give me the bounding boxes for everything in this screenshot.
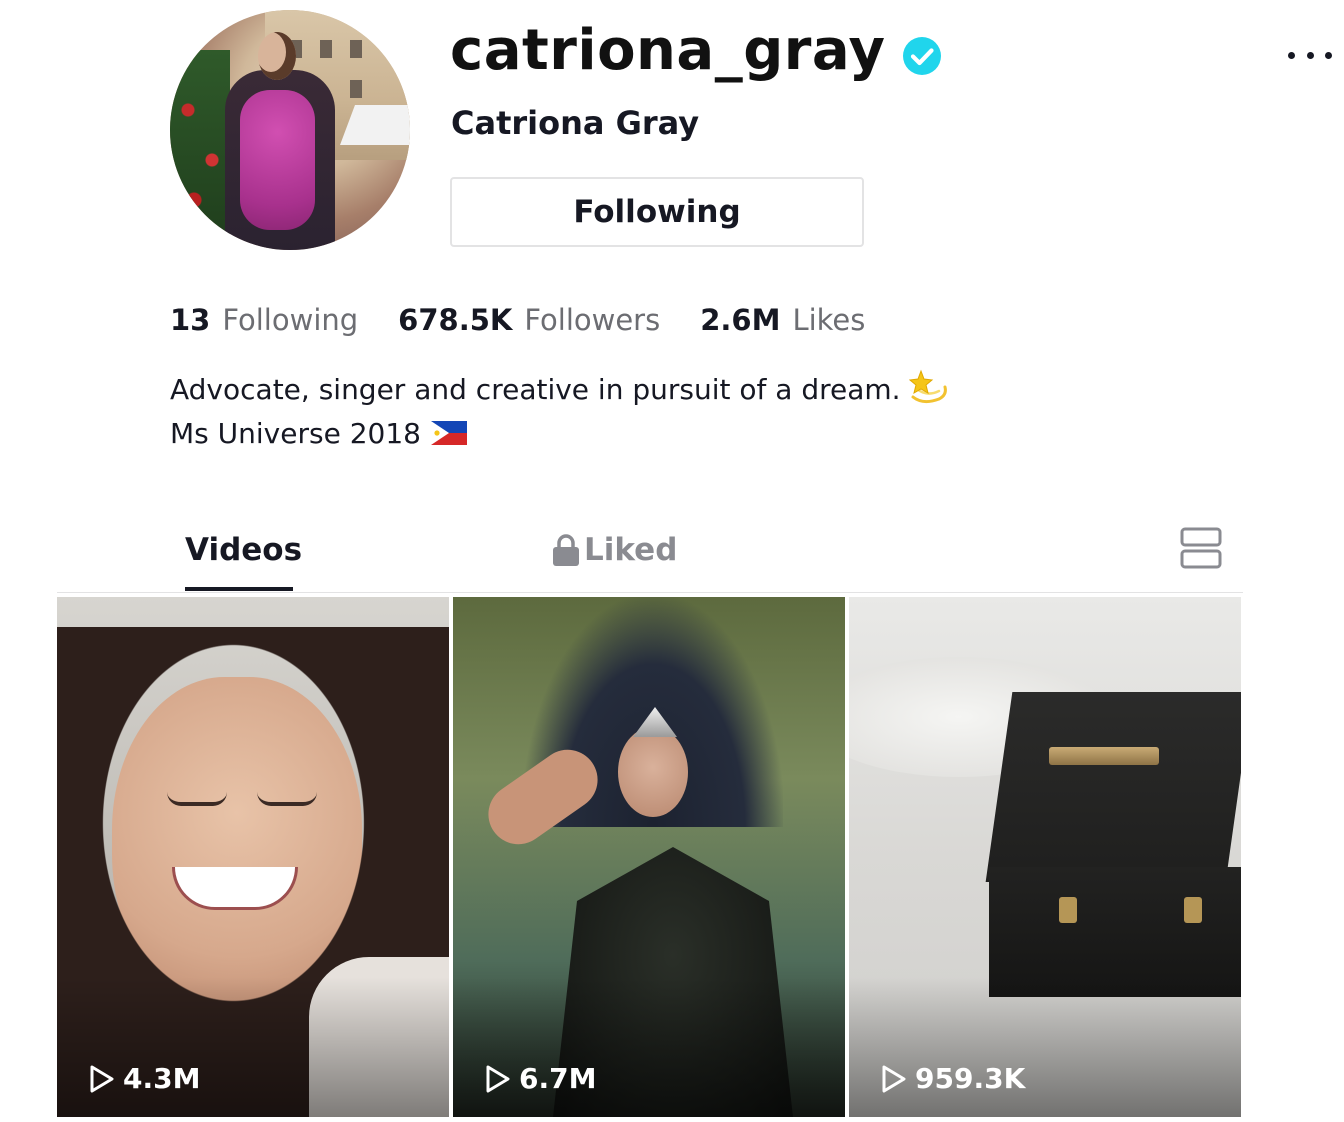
- following-button[interactable]: Following: [450, 177, 864, 247]
- bio-text-2: Ms Universe 2018: [170, 417, 421, 450]
- video-2-view-count: 6.7M: [519, 1062, 597, 1095]
- layout-toggle-icon[interactable]: [1180, 527, 1222, 569]
- verified-badge-icon: [903, 37, 941, 75]
- avatar-window: [320, 40, 332, 58]
- profile-avatar[interactable]: [170, 10, 410, 250]
- video-3-box-handle: [1049, 747, 1159, 765]
- tab-liked[interactable]: Liked: [552, 532, 677, 568]
- more-options-button[interactable]: [1288, 42, 1332, 68]
- followers-label: Followers: [524, 303, 661, 337]
- video-thumbnail-2[interactable]: 6.7M: [453, 597, 845, 1117]
- avatar-window: [350, 40, 362, 58]
- profile-page: catriona_gray Catriona Gray Following 13…: [0, 0, 1344, 1122]
- stat-following[interactable]: 13 Following: [170, 303, 358, 337]
- stat-followers[interactable]: 678.5K Followers: [398, 303, 660, 337]
- video-2-shade: [453, 977, 845, 1117]
- avatar-person-head: [258, 32, 296, 80]
- active-tab-indicator: [185, 587, 293, 591]
- bio-line-1: Advocate, singer and creative in pursuit…: [170, 367, 949, 412]
- video-3-box-latch: [1184, 897, 1202, 923]
- bio-line-2: Ms Universe 2018: [170, 412, 949, 456]
- more-horizontal-icon: [1288, 51, 1295, 59]
- video-2-views: 6.7M: [485, 1062, 596, 1095]
- video-3-box-latch: [1059, 897, 1077, 923]
- video-3-box-lid: [985, 692, 1241, 882]
- bio-text-1: Advocate, singer and creative in pursuit…: [170, 373, 901, 406]
- play-icon: [882, 1065, 906, 1092]
- avatar-window: [350, 80, 362, 98]
- likes-count: 2.6M: [700, 303, 781, 337]
- stat-likes: 2.6M Likes: [700, 303, 865, 337]
- video-1-view-count: 4.3M: [123, 1062, 201, 1095]
- tab-videos[interactable]: Videos: [185, 532, 302, 568]
- likes-label: Likes: [792, 303, 866, 337]
- followers-count: 678.5K: [398, 303, 513, 337]
- following-label: Following: [222, 303, 359, 337]
- lock-icon: [553, 534, 579, 566]
- profile-display-name: Catriona Gray: [451, 104, 700, 142]
- video-3-views: 959.3K: [881, 1062, 1025, 1095]
- more-horizontal-icon: [1325, 51, 1332, 59]
- dizzy-star-emoji-icon: [908, 369, 947, 404]
- video-thumbnail-3[interactable]: 959.3K: [849, 597, 1241, 1117]
- tab-liked-label: Liked: [584, 532, 678, 568]
- video-2-face: [618, 727, 688, 817]
- avatar-christmas-tree: [170, 50, 230, 250]
- following-count: 13: [170, 303, 211, 337]
- profile-username: catriona_gray: [450, 18, 886, 83]
- tabs-divider: [57, 592, 1243, 593]
- play-icon: [90, 1065, 114, 1092]
- avatar-person-sweater: [240, 90, 315, 230]
- play-icon: [486, 1065, 510, 1092]
- philippines-flag-icon: [430, 421, 467, 445]
- video-1-shade: [57, 977, 449, 1117]
- profile-bio: Advocate, singer and creative in pursuit…: [170, 367, 949, 456]
- video-3-shade: [849, 977, 1241, 1117]
- video-thumbnail-1[interactable]: 4.3M: [57, 597, 449, 1117]
- more-horizontal-icon: [1306, 51, 1314, 59]
- video-1-views: 4.3M: [89, 1062, 200, 1095]
- video-3-view-count: 959.3K: [915, 1062, 1026, 1095]
- profile-stats: 13 Following 678.5K Followers 2.6M Likes: [170, 303, 865, 337]
